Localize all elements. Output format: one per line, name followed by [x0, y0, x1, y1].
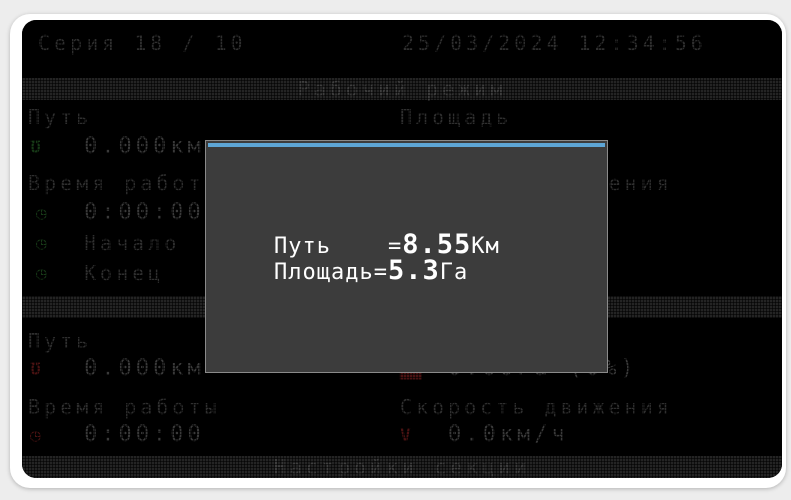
dialog-put-label: Путь = [274, 234, 403, 259]
header-left: Серия 18 / 10 [38, 31, 247, 55]
header-right: 25/03/2024 12:34:56 [402, 31, 707, 55]
dialog-put-unit: Км [471, 234, 500, 259]
area-label: Площадь [400, 105, 513, 129]
work-mode-label: Рабочий режим [297, 77, 507, 101]
put-label: Путь [28, 105, 93, 129]
section-settings-bar: Настройки секции [22, 456, 782, 478]
put2-value: 0.000км [84, 356, 205, 381]
work-time2-label: Время работы [28, 395, 221, 419]
dialog-area-row: Площадь=5.3Га [274, 255, 469, 286]
dialog-area-number: 5.3 [387, 255, 440, 286]
end-icon: ◷ [36, 263, 47, 284]
end-label: Конец [84, 261, 165, 285]
dialog-title-bar [208, 143, 605, 147]
speed2-value: 0.0км/ч [448, 422, 569, 447]
work-time-label: Время работы [28, 171, 221, 195]
clock-icon: ◷ [36, 203, 47, 224]
put-value: 0.000км [84, 134, 205, 159]
speed-icon: V [400, 425, 411, 446]
dialog-put-row: Путь =8.55Км [274, 231, 500, 260]
dialog-area-unit: Га [439, 260, 469, 285]
start-icon: ◷ [36, 233, 47, 254]
clock-icon-2: ◷ [30, 425, 41, 446]
put2-label: Путь [28, 329, 93, 353]
distance-icon-2: Ʊ [30, 359, 41, 380]
totals-dialog[interactable]: Путь =8.55Км Площадь=5.3Га [205, 140, 608, 373]
dialog-area-label: Площадь= [274, 260, 388, 285]
work-mode-bar: Рабочий режим [22, 78, 782, 100]
speed2-label: Скорость движения [400, 395, 673, 419]
section-settings-label: Настройки секции [273, 455, 531, 478]
distance-icon: Ʊ [30, 137, 41, 158]
work-time2-value: 0:00:00 [84, 422, 205, 447]
start-label: Начало [84, 231, 181, 255]
work-time-value: 0:00:00 [84, 200, 205, 225]
